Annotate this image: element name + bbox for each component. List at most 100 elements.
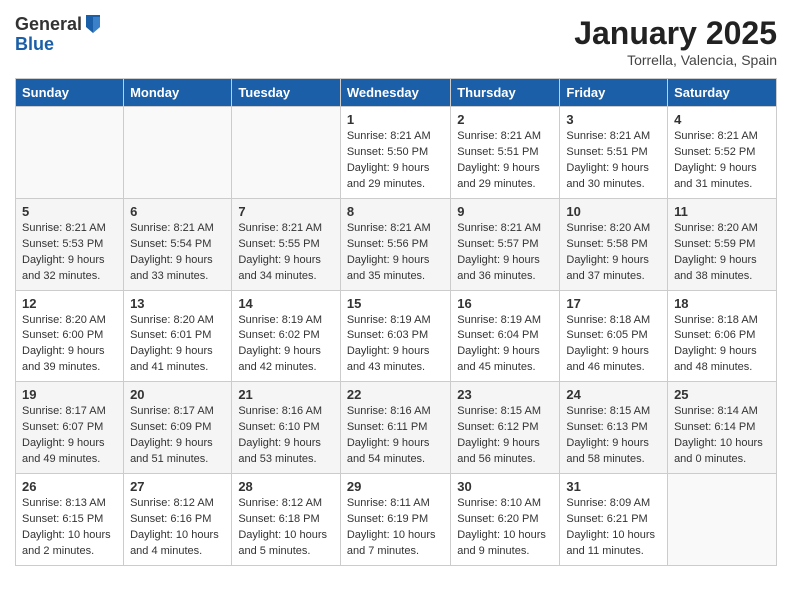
day-number: 9 (457, 204, 553, 219)
day-info: Sunrise: 8:21 AMSunset: 5:56 PMDaylight:… (347, 221, 444, 285)
calendar-cell: 30 Sunrise: 8:10 AMSunset: 6:20 PMDayligh… (451, 474, 560, 566)
calendar-week-row: 1 Sunrise: 8:21 AMSunset: 5:50 PMDaylight… (16, 107, 777, 199)
calendar-cell: 1 Sunrise: 8:21 AMSunset: 5:50 PMDaylight… (340, 107, 450, 199)
calendar-week-row: 12Sunrise: 8:20 AMSunset: 6:00 PMDayligh… (16, 290, 777, 382)
logo-general: General (15, 15, 82, 35)
day-number: 30 (457, 479, 553, 494)
calendar-cell (16, 107, 124, 199)
day-info: Sunrise: 8:13 AMSunset: 6:15 PMDaylight:… (22, 496, 117, 560)
day-info: Sunrise: 8:11 AMSunset: 6:19 PMDaylight:… (347, 496, 444, 560)
day-info: Sunrise: 8:21 AMSunset: 5:51 PMDaylight:… (566, 129, 661, 193)
day-number: 13 (130, 296, 225, 311)
day-number: 1 (347, 112, 444, 127)
day-number: 27 (130, 479, 225, 494)
calendar-cell: 27 Sunrise: 8:12 AMSunset: 6:16 PMDayligh… (124, 474, 232, 566)
day-number: 5 (22, 204, 117, 219)
title-block: January 2025 Torrella, Valencia, Spain (574, 15, 777, 68)
day-info: Sunrise: 8:20 AMSunset: 6:01 PMDaylight:… (130, 313, 225, 377)
logo-blue: Blue (15, 35, 102, 55)
day-number: 28 (238, 479, 334, 494)
header-tuesday: Tuesday (232, 79, 341, 107)
calendar-cell: 31 Sunrise: 8:09 AMSunset: 6:21 PMDayligh… (560, 474, 668, 566)
calendar-week-row: 19 Sunrise: 8:17 AMSunset: 6:07 PMDayligh… (16, 382, 777, 474)
header-sunday: Sunday (16, 79, 124, 107)
day-number: 8 (347, 204, 444, 219)
day-number: 31 (566, 479, 661, 494)
day-number: 18 (674, 296, 770, 311)
calendar-cell: 24 Sunrise: 8:15 AMSunset: 6:13 PMDayligh… (560, 382, 668, 474)
day-info: Sunrise: 8:20 AMSunset: 5:58 PMDaylight:… (566, 221, 661, 285)
day-info: Sunrise: 8:15 AMSunset: 6:13 PMDaylight:… (566, 404, 661, 468)
calendar-cell: 17 Sunrise: 8:18 AMSunset: 6:05 PMDayligh… (560, 290, 668, 382)
day-number: 16 (457, 296, 553, 311)
day-number: 7 (238, 204, 334, 219)
calendar-cell: 16 Sunrise: 8:19 AMSunset: 6:04 PMDayligh… (451, 290, 560, 382)
calendar-cell: 3 Sunrise: 8:21 AMSunset: 5:51 PMDaylight… (560, 107, 668, 199)
day-number: 22 (347, 387, 444, 402)
calendar-cell: 7Sunrise: 8:21 AMSunset: 5:55 PMDaylight… (232, 198, 341, 290)
day-number: 23 (457, 387, 553, 402)
day-info: Sunrise: 8:19 AMSunset: 6:03 PMDaylight:… (347, 313, 444, 377)
day-number: 20 (130, 387, 225, 402)
day-info: Sunrise: 8:19 AMSunset: 6:02 PMDaylight:… (238, 313, 334, 377)
calendar-cell: 20 Sunrise: 8:17 AMSunset: 6:09 PMDayligh… (124, 382, 232, 474)
day-number: 24 (566, 387, 661, 402)
calendar-table: SundayMondayTuesdayWednesdayThursdayFrid… (15, 78, 777, 566)
day-info: Sunrise: 8:15 AMSunset: 6:12 PMDaylight:… (457, 404, 553, 468)
header-saturday: Saturday (668, 79, 777, 107)
day-number: 17 (566, 296, 661, 311)
calendar-cell: 22 Sunrise: 8:16 AMSunset: 6:11 PMDayligh… (340, 382, 450, 474)
day-info: Sunrise: 8:16 AMSunset: 6:10 PMDaylight:… (238, 404, 334, 468)
day-info: Sunrise: 8:21 AMSunset: 5:52 PMDaylight:… (674, 129, 770, 193)
day-info: Sunrise: 8:18 AMSunset: 6:05 PMDaylight:… (566, 313, 661, 377)
day-number: 29 (347, 479, 444, 494)
calendar-cell: 12Sunrise: 8:20 AMSunset: 6:00 PMDayligh… (16, 290, 124, 382)
calendar-cell: 28Sunrise: 8:12 AMSunset: 6:18 PMDayligh… (232, 474, 341, 566)
day-number: 21 (238, 387, 334, 402)
calendar-cell: 11 Sunrise: 8:20 AMSunset: 5:59 PMDayligh… (668, 198, 777, 290)
calendar-cell: 8 Sunrise: 8:21 AMSunset: 5:56 PMDaylight… (340, 198, 450, 290)
day-info: Sunrise: 8:21 AMSunset: 5:51 PMDaylight:… (457, 129, 553, 193)
day-info: Sunrise: 8:18 AMSunset: 6:06 PMDaylight:… (674, 313, 770, 377)
day-number: 25 (674, 387, 770, 402)
day-info: Sunrise: 8:09 AMSunset: 6:21 PMDaylight:… (566, 496, 661, 560)
day-number: 19 (22, 387, 117, 402)
day-number: 2 (457, 112, 553, 127)
calendar-cell: 2 Sunrise: 8:21 AMSunset: 5:51 PMDaylight… (451, 107, 560, 199)
day-info: Sunrise: 8:17 AMSunset: 6:09 PMDaylight:… (130, 404, 225, 468)
calendar-cell: 9 Sunrise: 8:21 AMSunset: 5:57 PMDaylight… (451, 198, 560, 290)
day-info: Sunrise: 8:17 AMSunset: 6:07 PMDaylight:… (22, 404, 117, 468)
calendar-cell: 18 Sunrise: 8:18 AMSunset: 6:06 PMDayligh… (668, 290, 777, 382)
calendar-cell: 25Sunrise: 8:14 AMSunset: 6:14 PMDayligh… (668, 382, 777, 474)
calendar-cell (668, 474, 777, 566)
day-info: Sunrise: 8:21 AMSunset: 5:57 PMDaylight:… (457, 221, 553, 285)
logo: General Blue (15, 15, 102, 55)
day-info: Sunrise: 8:19 AMSunset: 6:04 PMDaylight:… (457, 313, 553, 377)
calendar-header-row: SundayMondayTuesdayWednesdayThursdayFrid… (16, 79, 777, 107)
day-number: 12 (22, 296, 117, 311)
calendar-cell: 14 Sunrise: 8:19 AMSunset: 6:02 PMDayligh… (232, 290, 341, 382)
day-number: 26 (22, 479, 117, 494)
day-number: 4 (674, 112, 770, 127)
day-info: Sunrise: 8:12 AMSunset: 6:16 PMDaylight:… (130, 496, 225, 560)
day-info: Sunrise: 8:20 AMSunset: 5:59 PMDaylight:… (674, 221, 770, 285)
day-info: Sunrise: 8:10 AMSunset: 6:20 PMDaylight:… (457, 496, 553, 560)
calendar-cell: 4 Sunrise: 8:21 AMSunset: 5:52 PMDaylight… (668, 107, 777, 199)
day-number: 11 (674, 204, 770, 219)
calendar-cell: 23 Sunrise: 8:15 AMSunset: 6:12 PMDayligh… (451, 382, 560, 474)
day-number: 3 (566, 112, 661, 127)
day-number: 10 (566, 204, 661, 219)
logo-icon (84, 13, 102, 35)
calendar-cell: 10 Sunrise: 8:20 AMSunset: 5:58 PMDayligh… (560, 198, 668, 290)
calendar-week-row: 26 Sunrise: 8:13 AMSunset: 6:15 PMDayligh… (16, 474, 777, 566)
month-title: January 2025 (574, 15, 777, 52)
location-subtitle: Torrella, Valencia, Spain (574, 52, 777, 68)
calendar-cell: 19 Sunrise: 8:17 AMSunset: 6:07 PMDayligh… (16, 382, 124, 474)
day-number: 14 (238, 296, 334, 311)
day-info: Sunrise: 8:21 AMSunset: 5:53 PMDaylight:… (22, 221, 117, 285)
calendar-cell (232, 107, 341, 199)
header-thursday: Thursday (451, 79, 560, 107)
calendar-cell: 21 Sunrise: 8:16 AMSunset: 6:10 PMDayligh… (232, 382, 341, 474)
day-info: Sunrise: 8:21 AMSunset: 5:50 PMDaylight:… (347, 129, 444, 193)
day-info: Sunrise: 8:16 AMSunset: 6:11 PMDaylight:… (347, 404, 444, 468)
